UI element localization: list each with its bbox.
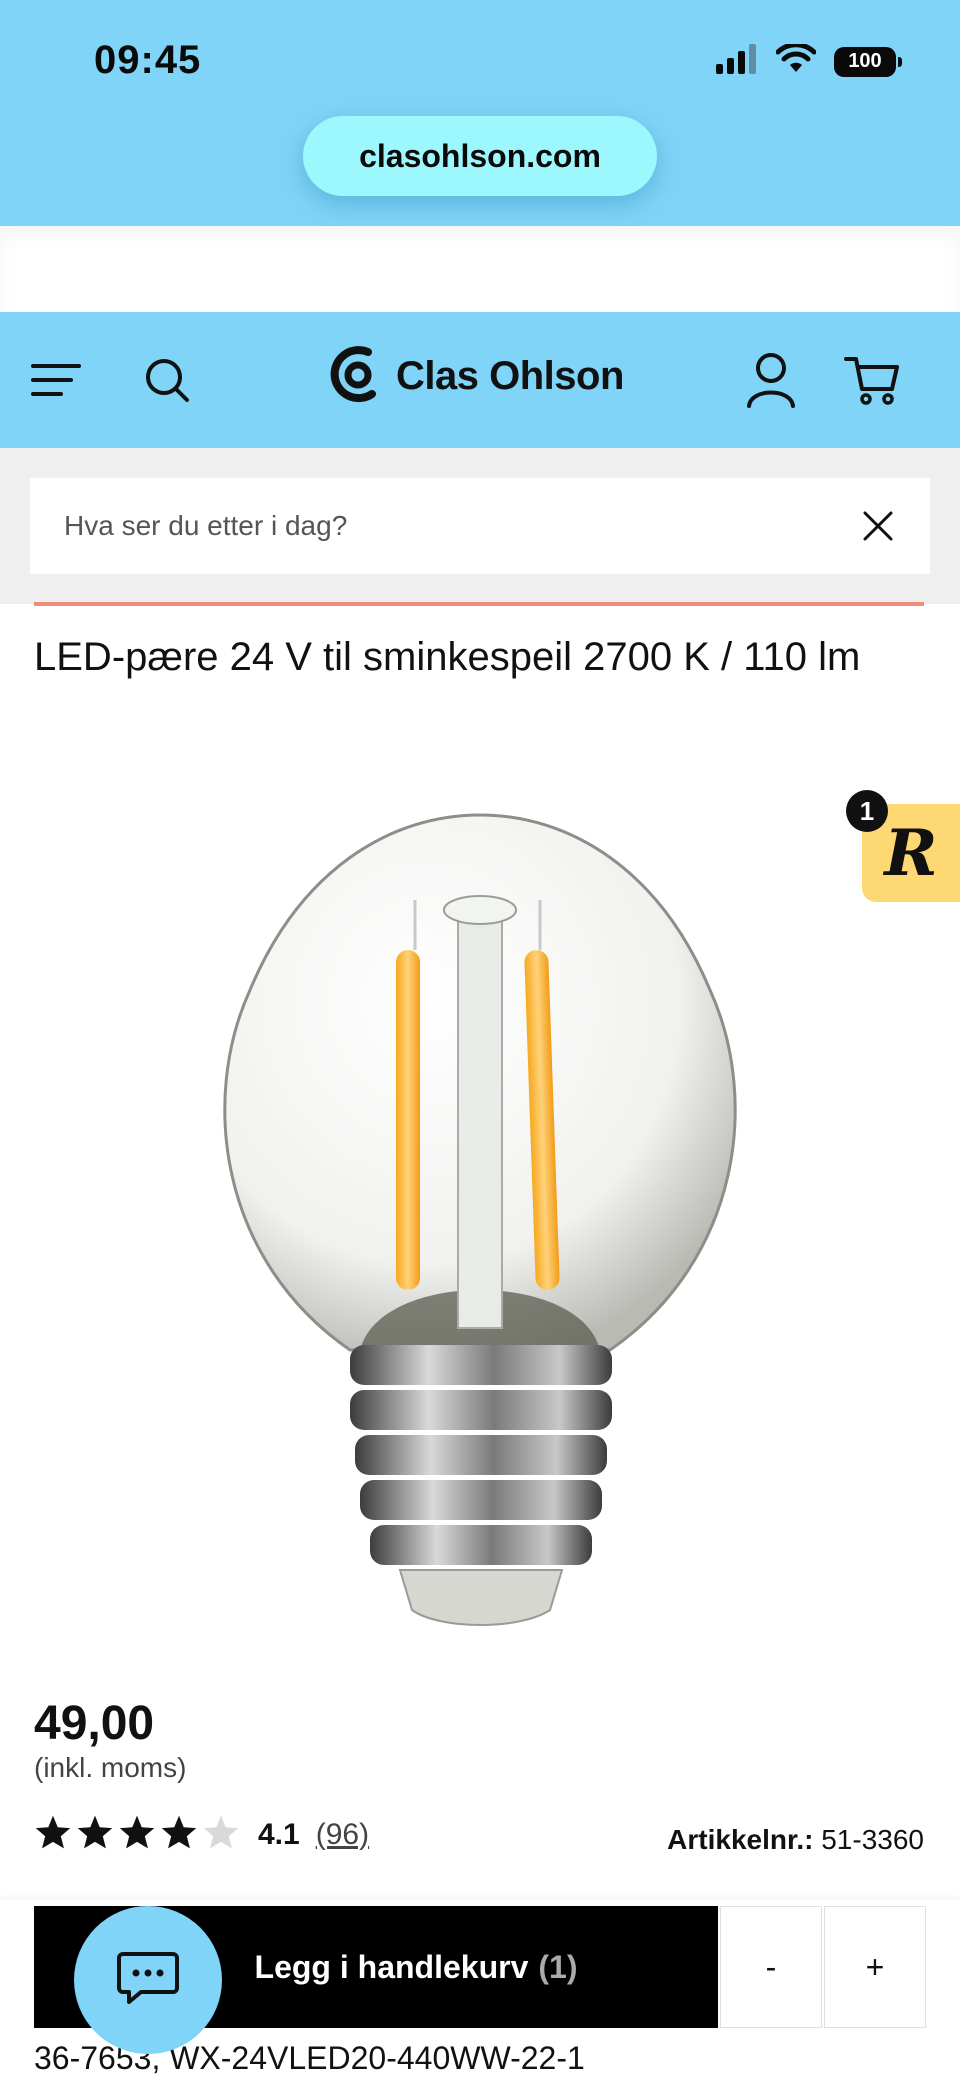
chat-button[interactable] (74, 1906, 222, 2054)
search-input[interactable] (62, 509, 846, 543)
star-empty-icon (202, 1814, 240, 1855)
product-title: LED-pære 24 V til sminkespeil 2700 K / 1… (34, 635, 861, 679)
status-time: 09:45 (94, 38, 202, 82)
rewards-count-badge: 1 (846, 790, 888, 832)
logo-mark-icon (330, 344, 384, 409)
wifi-icon (775, 42, 817, 79)
cart-icon[interactable] (842, 312, 902, 448)
quantity-decrease-button[interactable]: - (720, 1906, 822, 2028)
url-bar[interactable]: clasohlson.com (303, 116, 657, 196)
rating-count-link[interactable]: (96) (316, 1818, 369, 1852)
rewards-letter: R (884, 815, 938, 891)
article-label: Artikkelnr.: (667, 1824, 814, 1855)
article-value: 51-3360 (821, 1824, 924, 1855)
clas-ohlson-logo[interactable]: Clas Ohlson (330, 344, 624, 409)
product-price: 49,00 (34, 1697, 155, 1750)
star-icon (160, 1814, 198, 1855)
cart-count: (1) (538, 1948, 578, 1985)
product-image[interactable] (190, 790, 770, 1650)
signal-icon (714, 44, 758, 79)
product-rating: 4.1 (96) (34, 1814, 369, 1855)
star-icon (34, 1814, 72, 1855)
quantity-increase-button[interactable]: + (824, 1906, 926, 2028)
rating-value: 4.1 (258, 1817, 300, 1851)
article-number: Artikkelnr.: 51-3360 (667, 1824, 924, 1856)
star-icon (76, 1814, 114, 1855)
user-icon[interactable] (744, 312, 798, 448)
chat-icon (117, 1950, 179, 2011)
accent-divider (34, 602, 924, 606)
rating-stars (34, 1814, 240, 1855)
search-icon[interactable] (142, 312, 192, 448)
close-icon[interactable] (856, 504, 900, 548)
menu-icon[interactable] (30, 312, 82, 448)
status-icons: 100 (714, 42, 902, 79)
logo-text: Clas Ohlson (396, 354, 624, 398)
status-bar: 09:45 100 clasohlson.com (0, 0, 960, 226)
star-icon (118, 1814, 156, 1855)
browser-spacer (0, 226, 960, 312)
add-to-cart-label: Legg i handlekurv (254, 1948, 529, 1985)
battery-icon: 100 (834, 46, 902, 77)
price-note: (inkl. moms) (34, 1752, 187, 1783)
search-box (30, 478, 930, 574)
